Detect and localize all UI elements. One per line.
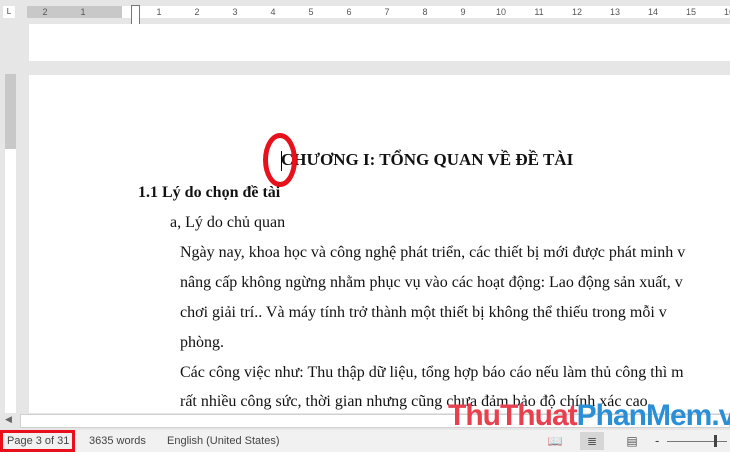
paragraph-line: Ngày nay, khoa học và công nghệ phát tri…	[180, 244, 686, 261]
ruler-tick: 3	[232, 7, 238, 17]
indent-marker[interactable]	[131, 5, 140, 25]
read-mode-icon[interactable]: 📖	[543, 432, 567, 450]
ruler-tick: 11	[534, 7, 544, 17]
language-indicator[interactable]: English (United States)	[167, 435, 280, 447]
section-heading: 1.1 Lý do chọn đề tài	[138, 184, 281, 201]
zoom-out-button[interactable]: -	[655, 433, 659, 448]
paragraph-line: phòng.	[180, 334, 224, 351]
ruler-tick: 6	[346, 7, 352, 17]
zoom-slider-thumb[interactable]	[714, 435, 717, 447]
paragraph-line: chơi giải trí.. Và máy tính trở thành mộ…	[180, 304, 667, 321]
ruler-tick: 2	[194, 7, 200, 17]
scroll-left-icon[interactable]: ◀	[5, 414, 12, 425]
ruler-tick: 1	[80, 7, 86, 17]
ruler-tick: 8	[422, 7, 428, 17]
word-count[interactable]: 3635 words	[89, 435, 146, 447]
tab-selector-button[interactable]: L	[3, 6, 15, 18]
ruler-tick: 13	[609, 7, 621, 17]
subsection-heading: a, Lý do chủ quan	[170, 214, 286, 231]
page-indicator[interactable]: Page 3 of 31	[7, 435, 69, 447]
web-layout-icon[interactable]: ▤	[620, 432, 644, 450]
watermark-logo: ThuThuatPhanMem.vn	[448, 399, 730, 432]
paragraph-line: Các công việc như: Thu thập dữ liệu, tổn…	[180, 364, 684, 381]
ruler-tick: 9	[460, 7, 466, 17]
ruler-tick: 16	[723, 7, 730, 17]
ruler-tick: 14	[647, 7, 659, 17]
ruler-tick: 2	[42, 7, 48, 17]
chapter-heading: CHƯƠNG I: TỔNG QUAN VỀ ĐỀ TÀI	[281, 150, 574, 169]
ruler-tick: 10	[495, 7, 507, 17]
ruler-tick: 1	[156, 7, 162, 17]
paragraph-line: nâng cấp không ngừng nhằm phục vụ vào cá…	[180, 274, 683, 291]
zoom-slider[interactable]	[667, 441, 727, 442]
ruler-tick: 15	[685, 7, 697, 17]
ruler-tick: 4	[270, 7, 276, 17]
ruler-tick: 7	[384, 7, 390, 17]
status-bar: Page 3 of 31 3635 words English (United …	[0, 430, 730, 452]
horizontal-ruler[interactable]: L 2112345678910111213141516	[0, 0, 730, 25]
vertical-ruler[interactable]	[0, 24, 20, 430]
ruler-tick: 12	[571, 7, 583, 17]
highlight-circle	[263, 133, 297, 187]
ruler-tick: 5	[308, 7, 314, 17]
previous-page	[29, 24, 730, 61]
print-layout-icon[interactable]: ≣	[580, 432, 604, 450]
ruler-margin-left	[27, 6, 122, 18]
